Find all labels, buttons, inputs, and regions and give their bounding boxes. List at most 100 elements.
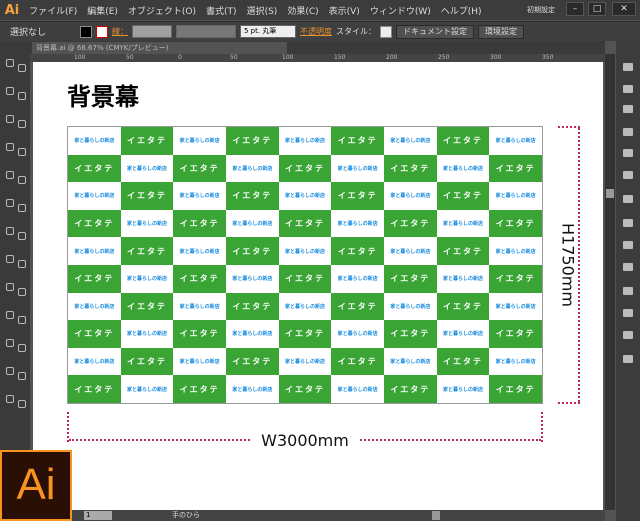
document-settings-button[interactable]: ドキュメント設定 xyxy=(396,24,474,39)
panel-icon[interactable] xyxy=(623,149,633,157)
maximize-button[interactable]: □ xyxy=(588,2,606,16)
tools-panel xyxy=(0,41,30,521)
white-logo-cell: 家と暮らしの新店 xyxy=(436,375,490,403)
ruler-tick-label: 300 xyxy=(490,54,502,61)
white-logo-cell: 家と暮らしの新店 xyxy=(278,127,332,155)
preferences-button[interactable]: 環境設定 xyxy=(478,24,524,39)
menu-item[interactable]: 書式(T) xyxy=(201,4,242,17)
tool-icon[interactable] xyxy=(18,64,26,72)
tool-icon[interactable] xyxy=(6,227,14,235)
panel-icon[interactable] xyxy=(623,105,633,113)
white-logo-cell: 家と暮らしの新店 xyxy=(68,182,121,210)
green-logo-cell: イエタテ xyxy=(226,182,279,210)
green-logo-cell: イエタテ xyxy=(331,292,384,321)
panel-icon[interactable] xyxy=(623,195,633,203)
tool-icon[interactable] xyxy=(6,367,14,375)
width-label: W3000mm xyxy=(251,431,359,450)
panel-icon[interactable] xyxy=(623,241,633,249)
white-logo-cell: 家と暮らしの新店 xyxy=(278,237,332,265)
menu-item[interactable]: 効果(C) xyxy=(282,4,323,17)
brush-dropdown[interactable]: 5 pt. 丸筆 xyxy=(240,25,296,38)
vertical-scroll-thumb[interactable] xyxy=(606,189,614,198)
menu-item[interactable]: ファイル(F) xyxy=(24,4,82,17)
panel-icon[interactable] xyxy=(623,309,633,317)
tool-icon[interactable] xyxy=(6,395,14,403)
stroke-swatch[interactable] xyxy=(96,25,108,38)
current-tool-status[interactable]: 手のひら xyxy=(172,510,200,520)
panel-icon[interactable] xyxy=(623,219,633,227)
panel-icon[interactable] xyxy=(623,263,633,271)
tool-icon[interactable] xyxy=(18,204,26,212)
horizontal-scroll-thumb[interactable] xyxy=(432,511,440,520)
tool-icon[interactable] xyxy=(18,288,26,296)
tool-icon[interactable] xyxy=(6,339,14,347)
tool-icon[interactable] xyxy=(6,87,14,95)
tool-icon[interactable] xyxy=(18,176,26,184)
menu-item[interactable]: 選択(S) xyxy=(242,4,283,17)
tool-icon[interactable] xyxy=(6,283,14,291)
white-logo-cell: 家と暮らしの新店 xyxy=(120,265,174,293)
document-tab[interactable]: 背景幕.ai @ 66.67% (CMYK/プレビュー) xyxy=(32,42,287,54)
white-logo-cell: 家と暮らしの新店 xyxy=(120,375,174,403)
green-logo-cell: イエタテ xyxy=(489,265,542,293)
right-panel-dock xyxy=(616,41,640,521)
vertical-scrollbar[interactable] xyxy=(605,54,615,510)
page-number-field[interactable]: 1 xyxy=(84,511,112,520)
menu-item[interactable]: ヘルプ(H) xyxy=(436,4,487,17)
tab-bar: 背景幕.ai @ 66.67% (CMYK/プレビュー) xyxy=(30,41,605,54)
tool-icon[interactable] xyxy=(6,171,14,179)
white-logo-cell: 家と暮らしの新店 xyxy=(489,292,542,321)
workspace-switcher[interactable]: 初期設定 xyxy=(527,5,555,15)
tool-icon[interactable] xyxy=(18,92,26,100)
menu-item[interactable]: オブジェクト(O) xyxy=(123,4,201,17)
white-logo-cell: 家と暮らしの新店 xyxy=(278,292,332,321)
tool-icon[interactable] xyxy=(18,260,26,268)
panel-icon[interactable] xyxy=(623,63,633,71)
menu-item[interactable]: ウィンドウ(W) xyxy=(365,4,436,17)
panel-icon[interactable] xyxy=(623,171,633,179)
tool-icon[interactable] xyxy=(6,199,14,207)
panel-icon[interactable] xyxy=(623,331,633,339)
green-logo-cell: イエタテ xyxy=(68,375,121,403)
tool-icon[interactable] xyxy=(6,115,14,123)
ruler-tick-label: 0 xyxy=(178,54,182,61)
tool-icon[interactable] xyxy=(6,311,14,319)
height-dimension: H1750mm xyxy=(558,126,580,404)
stroke-weight-dropdown[interactable] xyxy=(132,25,172,38)
panel-icon[interactable] xyxy=(623,287,633,295)
green-logo-cell: イエタテ xyxy=(68,320,121,348)
panel-icon[interactable] xyxy=(623,355,633,363)
stroke-label[interactable]: 線： xyxy=(112,26,128,37)
tool-icon[interactable] xyxy=(18,316,26,324)
tool-icon[interactable] xyxy=(18,148,26,156)
white-logo-cell: 家と暮らしの新店 xyxy=(173,237,226,265)
tool-icon[interactable] xyxy=(18,372,26,380)
green-logo-cell: イエタテ xyxy=(278,209,332,238)
variable-width-dropdown[interactable] xyxy=(176,25,236,38)
ruler-tick-label: 250 xyxy=(438,54,450,61)
green-logo-cell: イエタテ xyxy=(278,265,332,293)
menu-item[interactable]: 編集(E) xyxy=(82,4,123,17)
green-logo-cell: イエタテ xyxy=(436,237,490,265)
tool-icon[interactable] xyxy=(18,232,26,240)
white-logo-cell: 家と暮らしの新店 xyxy=(173,127,226,155)
tool-icon[interactable] xyxy=(6,255,14,263)
panel-icon[interactable] xyxy=(623,85,633,93)
tool-icon[interactable] xyxy=(18,400,26,408)
opacity-link[interactable]: 不透明度 xyxy=(300,26,332,37)
green-logo-cell: イエタテ xyxy=(173,154,226,183)
style-swatch[interactable] xyxy=(380,25,392,38)
fill-swatch[interactable] xyxy=(80,25,92,38)
green-logo-cell: イエタテ xyxy=(489,209,542,238)
minimize-button[interactable]: – xyxy=(566,2,584,16)
tool-icon[interactable] xyxy=(18,120,26,128)
tool-icon[interactable] xyxy=(6,59,14,67)
tool-icon[interactable] xyxy=(6,143,14,151)
green-logo-cell: イエタテ xyxy=(436,292,490,321)
menu-item[interactable]: 表示(V) xyxy=(324,4,365,17)
tool-icon[interactable] xyxy=(18,344,26,352)
white-logo-cell: 家と暮らしの新店 xyxy=(331,154,384,183)
panel-icon[interactable] xyxy=(623,128,633,136)
close-button[interactable]: ✕ xyxy=(612,2,636,16)
white-logo-cell: 家と暮らしの新店 xyxy=(489,182,542,210)
